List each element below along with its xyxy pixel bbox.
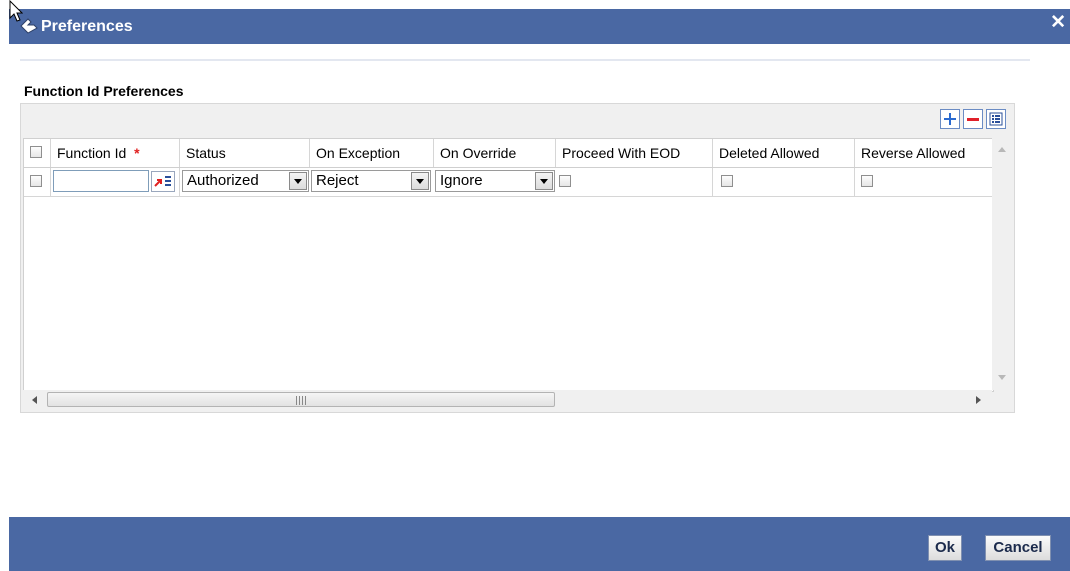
header-select-all-cell — [24, 139, 51, 167]
add-row-button[interactable] — [940, 109, 960, 129]
status-select[interactable]: Authorized — [182, 170, 309, 192]
column-header-function-id: Function Id * — [51, 139, 180, 167]
single-view-button[interactable] — [986, 109, 1006, 129]
scroll-up-icon — [998, 147, 1006, 152]
function-id-preferences-grid: Function Id * Status On Exception On Ove… — [20, 103, 1015, 413]
horizontal-scroll-thumb[interactable] — [47, 392, 555, 407]
reverse-allowed-cell — [855, 168, 993, 196]
minus-icon — [967, 118, 979, 121]
single-view-icon — [989, 112, 1003, 126]
mouse-pointer-icon — [9, 0, 24, 25]
scroll-grip-icon — [296, 396, 306, 405]
on-override-cell: Ignore — [434, 168, 556, 196]
grid-toolbar — [940, 109, 1006, 129]
dialog-title: Preferences — [41, 18, 133, 35]
function-id-header-label: Function Id — [57, 145, 127, 161]
function-id-lov-button[interactable] — [151, 171, 175, 192]
on-exception-select[interactable]: Reject — [311, 170, 431, 192]
deleted-allowed-cell — [713, 168, 855, 196]
vertical-scrollbar[interactable] — [992, 138, 1011, 390]
required-marker: * — [134, 145, 140, 161]
horizontal-scrollbar[interactable] — [23, 390, 992, 409]
header-divider — [20, 59, 1030, 61]
proceed-with-eod-checkbox[interactable] — [559, 175, 571, 187]
reverse-allowed-checkbox[interactable] — [861, 175, 873, 187]
column-header-status: Status — [180, 139, 310, 167]
column-header-deleted-allowed: Deleted Allowed — [713, 139, 855, 167]
on-exception-select-value: Reject — [316, 172, 359, 189]
scroll-right-icon — [976, 396, 981, 404]
deleted-allowed-checkbox[interactable] — [721, 175, 733, 187]
column-header-on-exception: On Exception — [310, 139, 434, 167]
cancel-button[interactable]: Cancel — [985, 535, 1051, 561]
proceed-with-eod-cell — [556, 168, 713, 196]
close-button[interactable]: ✕ — [1050, 13, 1066, 33]
chevron-down-icon — [289, 172, 307, 190]
scroll-left-icon — [32, 396, 37, 404]
window-left-edge — [0, 0, 9, 571]
status-cell: Authorized — [180, 168, 310, 196]
delete-row-button[interactable] — [963, 109, 983, 129]
plus-icon — [944, 113, 956, 125]
on-exception-cell: Reject — [310, 168, 434, 196]
row-select-checkbox[interactable] — [30, 175, 42, 187]
grid-table: Function Id * Status On Exception On Ove… — [23, 138, 994, 392]
chevron-down-icon — [535, 172, 553, 190]
list-of-values-icon — [154, 176, 171, 187]
dialog-footer: Ok Cancel — [9, 517, 1070, 571]
status-select-value: Authorized — [187, 172, 259, 189]
scroll-down-icon — [998, 375, 1006, 380]
column-header-reverse-allowed: Reverse Allowed — [861, 145, 966, 161]
select-all-checkbox[interactable] — [30, 146, 42, 158]
table-row: Authorized Reject Ignore — [24, 168, 993, 197]
preferences-dialog: Preferences ✕ Function Id Preferences Fu… — [0, 0, 1070, 571]
column-header-on-override: On Override — [434, 139, 556, 167]
grid-header-row: Function Id * Status On Exception On Ove… — [24, 139, 993, 168]
section-title: Function Id Preferences — [24, 83, 184, 99]
chevron-down-icon — [411, 172, 429, 190]
dialog-titlebar: Preferences ✕ — [9, 9, 1070, 44]
ok-button[interactable]: Ok — [928, 535, 962, 561]
function-id-cell — [51, 168, 180, 196]
row-select-cell — [24, 168, 51, 196]
on-override-select[interactable]: Ignore — [435, 170, 555, 192]
column-header-proceed-with-eod: Proceed With EOD — [556, 139, 713, 167]
function-id-input[interactable] — [53, 170, 149, 192]
on-override-select-value: Ignore — [440, 172, 483, 189]
